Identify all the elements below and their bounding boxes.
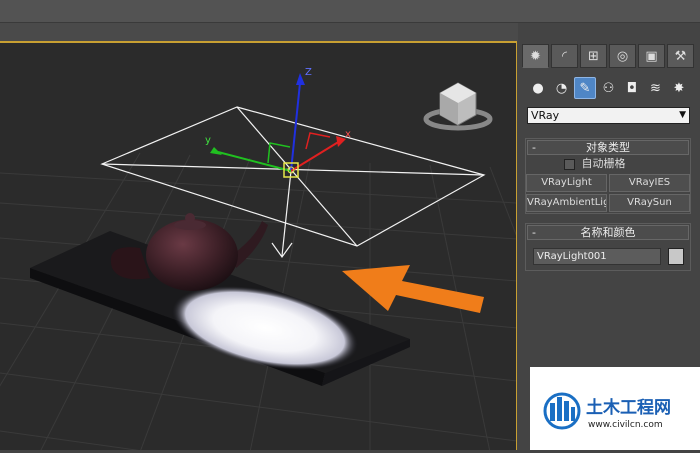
vraylight-button[interactable]: VRayLight [526,174,607,192]
axis-y-label: y [205,135,211,146]
object-color-swatch[interactable] [668,248,684,265]
object-name-field[interactable]: VRayLight001 [533,248,661,265]
motion-icon[interactable]: ◎ [609,44,636,68]
name-and-color-rollout: - 名称和颜色 VRayLight001 [525,223,691,271]
watermark-title: 土木工程网 [586,397,671,418]
name-and-color-title: 名称和颜色 [580,226,636,239]
autogrid-checkbox[interactable] [564,158,575,170]
display-icon[interactable]: ▣ [638,44,665,68]
systems-icon[interactable]: ✸ [668,77,690,99]
viewcube[interactable] [423,82,493,131]
vraysun-button[interactable]: VRaySun [609,194,690,212]
civil-building-icon [543,392,581,430]
vrayies-button[interactable]: VRayIES [609,174,690,192]
utilities-hammer-icon[interactable]: ⚒ [667,44,694,68]
axis-x-label: x [345,129,351,140]
sun-icon[interactable]: ✹ [522,44,549,68]
space-warps-icon[interactable]: ≋ [645,77,667,99]
autogrid-row[interactable]: 自动栅格 [564,157,626,171]
viewport-scene: Z y x [0,67,516,450]
viewport-label-strip [0,23,518,41]
top-toolbar [0,0,700,23]
collapse-icon: - [532,141,536,154]
watermark-graphic: 土木工程网 www.civilcn.com [543,392,671,430]
shapes-icon[interactable]: ◔ [551,77,573,99]
transform-gizmo[interactable]: Z y x [205,67,351,178]
axis-z-label: Z [305,67,312,78]
hierarchy-icon[interactable]: ⊞ [580,44,607,68]
category-dropdown-value: VRay [531,109,560,122]
watermark-url: www.civilcn.com [588,420,663,430]
collapse-icon: - [532,226,536,239]
name-and-color-header[interactable]: - 名称和颜色 [527,225,689,240]
modify-curve-icon[interactable]: ◜ [551,44,578,68]
autogrid-label: 自动栅格 [581,157,626,170]
perspective-viewport[interactable]: Z y x [0,41,517,450]
lights-icon[interactable]: ✎ [574,77,596,99]
object-type-header[interactable]: - 对象类型 [527,140,689,155]
watermark-logo: 土木工程网 www.civilcn.com [530,367,700,450]
helpers-icon[interactable]: ◘ [621,77,643,99]
vrayambientlight-button[interactable]: VRayAmbientLight [526,194,607,212]
object-type-title: 对象类型 [586,141,630,154]
object-type-rollout: - 对象类型 自动栅格 VRayLight VRayIES VRayAmbien… [525,138,691,214]
geometry-sphere-icon[interactable]: ● [527,77,549,99]
category-dropdown[interactable]: VRay ▼ [527,107,690,124]
cameras-icon[interactable]: ⚇ [598,77,620,99]
chevron-down-icon: ▼ [679,110,686,120]
